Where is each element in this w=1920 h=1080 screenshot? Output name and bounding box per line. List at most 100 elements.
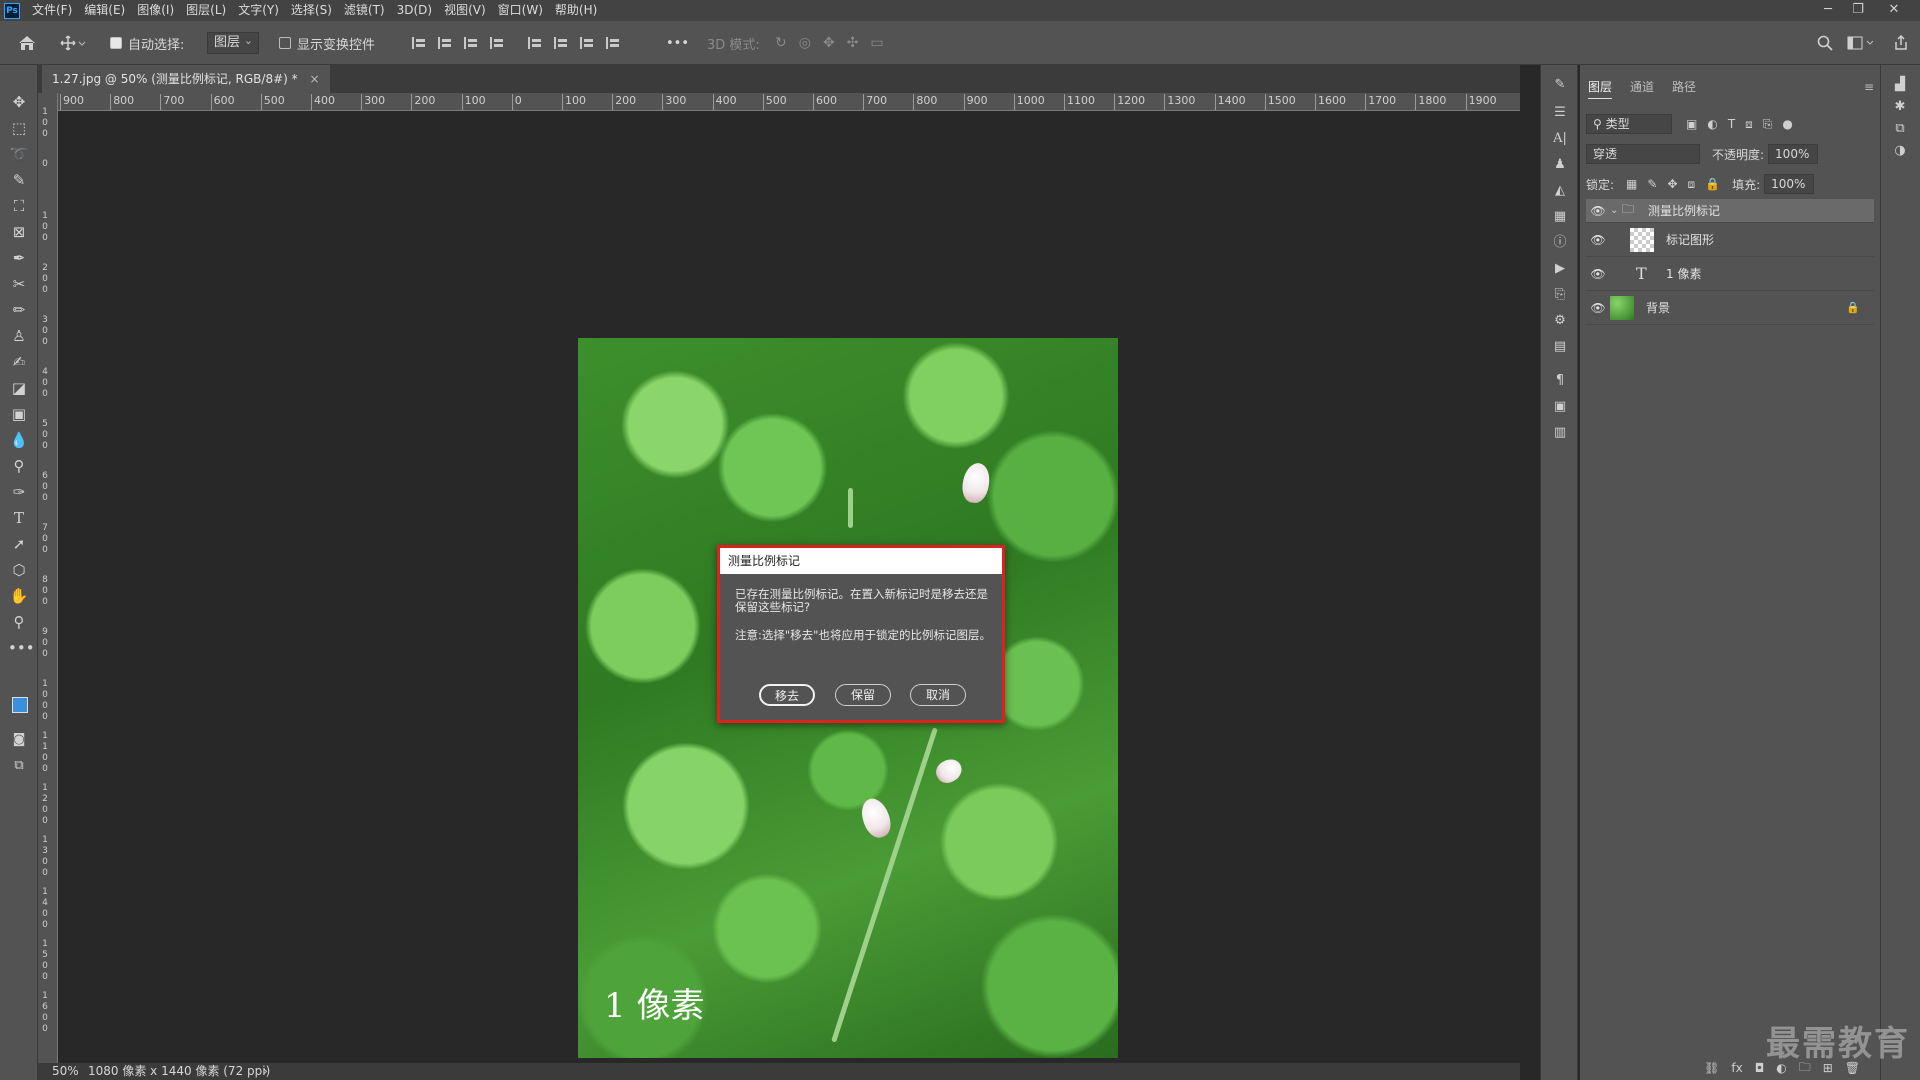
more-tools-icon[interactable]: •••	[8, 637, 35, 659]
character-icon[interactable]: A|	[1549, 129, 1571, 149]
align-center-icon[interactable]	[438, 37, 452, 49]
lasso-tool-icon[interactable]: ➰	[8, 143, 30, 165]
more-options-button[interactable]: •••	[666, 21, 689, 65]
visibility-eye-icon[interactable]: 👁	[1586, 204, 1610, 218]
foreground-color-swatch[interactable]	[12, 697, 28, 713]
menu-window[interactable]: 窗口(W)	[492, 0, 549, 21]
distribute-icon[interactable]	[490, 37, 504, 49]
filter-smart-object-icon[interactable]: ⎘	[1763, 117, 1773, 132]
color-icon[interactable]: ◑	[1889, 141, 1911, 161]
menu-view[interactable]: 视图(V)	[438, 0, 492, 21]
brush-settings-icon[interactable]: ✎	[1549, 75, 1571, 95]
filter-toggle-icon[interactable]: ●	[1782, 117, 1792, 132]
gradient-tool-icon[interactable]: ▣	[8, 403, 30, 425]
blend-mode-dropdown[interactable]: 穿透	[1586, 144, 1700, 164]
layer-filter-dropdown[interactable]: ⚲ 类型	[1586, 114, 1672, 134]
align-left-icon[interactable]	[412, 37, 426, 49]
visibility-eye-icon[interactable]: 👁	[1586, 233, 1610, 247]
adjustments-icon[interactable]: ☰	[1549, 103, 1571, 123]
properties-icon[interactable]: ▥	[1549, 423, 1571, 443]
distribute-vertical-icon[interactable]	[606, 37, 620, 49]
dodge-tool-icon[interactable]: ⚲	[8, 455, 30, 477]
opacity-field[interactable]: 100%	[1768, 144, 1819, 164]
tab-paths[interactable]: 路径	[1672, 75, 1696, 99]
chevron-down-icon[interactable]: ⌄	[1610, 205, 1622, 216]
menu-select[interactable]: 选择(S)	[285, 0, 338, 21]
shapes-icon[interactable]: ◭	[1549, 181, 1571, 201]
link-layers-icon[interactable]: ⛓	[1704, 1061, 1719, 1075]
lock-position-icon[interactable]: ✥	[1667, 177, 1677, 192]
libraries-icon[interactable]: ▦	[1549, 207, 1571, 227]
search-icon[interactable]	[1817, 21, 1833, 65]
lock-artboard-icon[interactable]: ⧈	[1688, 177, 1696, 192]
fill-field[interactable]: 100%	[1764, 174, 1815, 194]
pen-tool-icon[interactable]: ✑	[8, 481, 30, 503]
filter-adjustment-icon[interactable]: ◐	[1707, 117, 1717, 132]
frame-tool-icon[interactable]: ⊠	[8, 221, 30, 243]
visibility-eye-icon[interactable]: 👁	[1586, 267, 1610, 281]
filter-type-icon[interactable]: T	[1728, 117, 1735, 132]
marquee-tool-icon[interactable]: ⬚	[8, 117, 30, 139]
tab-close-icon[interactable]: ×	[309, 72, 319, 86]
hand-tool-icon[interactable]: ✋	[8, 585, 30, 607]
navigator-icon[interactable]: ✱	[1889, 97, 1911, 117]
align-right-icon[interactable]	[464, 37, 478, 49]
brush-tool-icon[interactable]: ✏	[8, 299, 30, 321]
crop-tool-icon[interactable]: ⛶	[8, 195, 30, 217]
fx-icon[interactable]: fx	[1731, 1061, 1742, 1075]
menu-file[interactable]: 文件(F)	[26, 0, 78, 21]
layer-row-text[interactable]: 👁 T 1 像素	[1586, 257, 1874, 291]
workspace-icon[interactable]	[1847, 21, 1875, 65]
info-icon[interactable]: ⓘ	[1549, 233, 1571, 253]
table-icon[interactable]: ▤	[1549, 337, 1571, 357]
swatches-icon[interactable]: ⧉	[1889, 119, 1911, 139]
cancel-button[interactable]: 取消	[910, 684, 966, 706]
type-tool-icon[interactable]: T	[8, 507, 30, 529]
visibility-eye-icon[interactable]: 👁	[1586, 301, 1610, 315]
paragraph-icon[interactable]: ¶	[1549, 371, 1571, 391]
auto-select-checkbox[interactable]	[110, 37, 122, 49]
quick-select-tool-icon[interactable]: ✎	[8, 169, 30, 191]
blur-tool-icon[interactable]: 💧	[8, 429, 30, 451]
clone-source-icon[interactable]: ♟	[1549, 155, 1571, 175]
auto-select-dropdown[interactable]: 图层	[207, 31, 260, 54]
menu-help[interactable]: 帮助(H)	[549, 0, 603, 21]
layer-row-shape[interactable]: 👁 标记图形	[1586, 223, 1874, 257]
stamp-tool-icon[interactable]: ♙	[8, 325, 30, 347]
move-tool-icon[interactable]: ✥	[8, 91, 30, 113]
canvas-area[interactable]: 1 像素 测量比例标记 已存在测量比例标记。在置入新标记时是移去还是保留这些标记…	[58, 111, 1520, 1063]
menu-image[interactable]: 图像(I)	[131, 0, 180, 21]
zoom-tool-icon[interactable]: ⚲	[8, 611, 30, 633]
align-top-icon[interactable]	[528, 37, 542, 49]
3d-roll-icon[interactable]: ◎	[799, 35, 811, 51]
menu-filter[interactable]: 滤镜(T)	[338, 0, 391, 21]
align-middle-icon[interactable]	[554, 37, 568, 49]
lock-pixels-icon[interactable]: ✎	[1647, 177, 1657, 192]
share-icon[interactable]	[1893, 21, 1909, 65]
menu-edit[interactable]: 编辑(E)	[78, 0, 131, 21]
move-tool-preset-icon[interactable]	[60, 21, 86, 65]
tab-channels[interactable]: 通道	[1630, 75, 1654, 99]
add-mask-icon[interactable]: ◘	[1755, 1061, 1765, 1075]
screen-mode-icon[interactable]: ⧉	[8, 755, 30, 777]
menu-layer[interactable]: 图层(L)	[180, 0, 232, 21]
quick-mask-icon[interactable]: ◙	[8, 729, 30, 751]
menu-3d[interactable]: 3D(D)	[391, 0, 438, 21]
minimize-button[interactable]: ─	[1814, 0, 1842, 21]
tab-layers[interactable]: 图层	[1588, 75, 1613, 99]
histogram-icon[interactable]: ▟	[1889, 75, 1911, 95]
shape-tool-icon[interactable]: ⬡	[8, 559, 30, 581]
layer-row-group[interactable]: 👁 ⌄ 🗀 测量比例标记	[1586, 199, 1874, 223]
history-brush-icon[interactable]: ✍	[8, 351, 30, 373]
lock-transparency-icon[interactable]: ▦	[1626, 177, 1637, 192]
path-select-tool-icon[interactable]: ➚	[8, 533, 30, 555]
layer-row-background[interactable]: 👁 背景 🔒	[1586, 291, 1874, 325]
menu-type[interactable]: 文字(Y)	[232, 0, 285, 21]
zoom-level[interactable]: 50%	[52, 1063, 79, 1080]
healing-tool-icon[interactable]: ✂	[8, 273, 30, 295]
keep-button[interactable]: 保留	[835, 684, 891, 706]
close-window-button[interactable]: ✕	[1880, 0, 1908, 21]
lock-all-icon[interactable]: 🔒	[1705, 177, 1720, 192]
show-transform-checkbox[interactable]	[279, 37, 291, 49]
3d-camera-icon[interactable]: ▭	[870, 35, 883, 51]
